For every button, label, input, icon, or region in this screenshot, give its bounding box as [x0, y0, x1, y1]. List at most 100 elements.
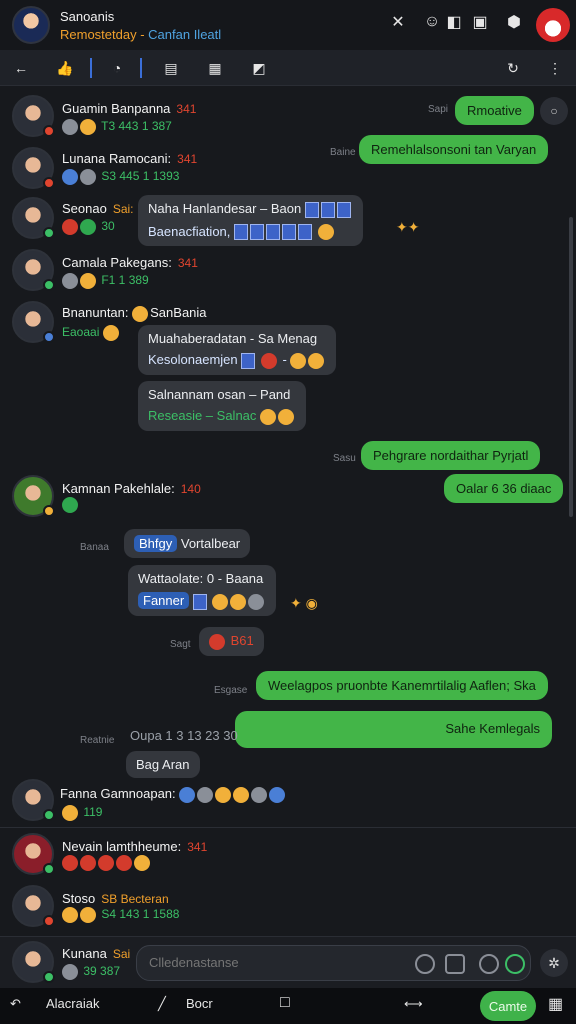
message-outgoing[interactable]: Remehlalsonsoni tan Varyan [359, 135, 549, 164]
avatar[interactable] [12, 147, 55, 189]
member-meta [62, 497, 80, 513]
message-incoming[interactable]: Bag Aran [126, 751, 200, 778]
bottom-left-label[interactable]: Alacraiak [46, 996, 99, 1011]
member-name[interactable]: Fanna Gamnoapan: [60, 786, 287, 803]
image-icon[interactable] [445, 954, 465, 974]
member-meta: 39 387 [62, 964, 120, 980]
avatar[interactable] [12, 779, 55, 821]
avatar[interactable] [12, 249, 55, 291]
message-outgoing[interactable]: Pehgrare nordaithar Pyrjatl [361, 441, 541, 470]
calendar-icon[interactable]: ▦ [204, 57, 226, 79]
emoji-icon [98, 855, 114, 871]
grid-icon[interactable]: ▦ [548, 994, 563, 1014]
message-incoming[interactable]: Muahaberadatan - Sa Menag Kesolonaemjen … [138, 325, 337, 375]
chat-subtitle: Remostetday - Canfan Ileatl [60, 27, 222, 42]
swap-icon[interactable]: ⟷ [404, 996, 423, 1012]
member-name[interactable]: Guamin Banpanna 341 [62, 101, 196, 116]
emoji-icon[interactable]: ☺ [420, 10, 444, 34]
title-bar: Sanoanis Remostetday - Canfan Ileatl ✕ ☺… [0, 0, 576, 50]
member-name[interactable]: Kunana Sai [62, 946, 130, 961]
avatar[interactable] [12, 95, 55, 137]
message-incoming[interactable]: Naha Hanlandesar – Baon Baenacfiation, [138, 195, 363, 247]
emoji-icon [209, 633, 225, 650]
status-dot [43, 863, 55, 875]
member-name[interactable]: Bnanuntan: SanBania [62, 305, 207, 322]
link-icon[interactable] [415, 954, 435, 974]
list-icon[interactable]: ▤ [160, 57, 182, 79]
emoji-icon [233, 786, 250, 803]
emoji-icon [116, 855, 132, 871]
chat-title: Sanoanis [60, 9, 115, 24]
member-name[interactable]: Kamnan Pakehlale: 140 [62, 481, 201, 496]
message-header: Oupa 1 3 13 23 30 [130, 728, 238, 743]
emoji-icon [102, 325, 119, 341]
emoji-icon[interactable] [479, 954, 499, 974]
settings-icon[interactable]: ✲ [540, 949, 568, 977]
bottom-mid-label[interactable]: Bocr [186, 996, 213, 1011]
emoji-icon [62, 497, 78, 513]
message-incoming[interactable]: Salnannam osan – Pand Reseasie – Salnac [138, 381, 307, 431]
emoji-icon [212, 593, 229, 610]
emoji-icon [80, 907, 96, 923]
scrollbar[interactable] [569, 217, 573, 517]
avatar[interactable] [12, 197, 55, 239]
refresh-icon[interactable]: ↻ [502, 57, 524, 79]
message-outgoing[interactable]: Sahe Kemlegals [235, 711, 552, 748]
member-name[interactable]: Nevain lamthheume: 341 [62, 839, 207, 854]
message-time: Sapi [428, 104, 449, 115]
member-name[interactable]: Lunana Ramocani: 341 [62, 151, 197, 166]
emoji-icon [80, 119, 96, 135]
shield-icon[interactable]: ⬢ [502, 10, 526, 34]
avatar[interactable] [12, 941, 55, 983]
member-meta: 119 [62, 805, 102, 821]
emoji-icon [62, 169, 78, 185]
emoji-icon [80, 855, 96, 871]
composer: KunanaSai 39 387 ✲ [0, 936, 576, 988]
arrow-left-icon[interactable]: ← [10, 57, 32, 79]
avatar[interactable] [12, 885, 55, 927]
message-outgoing[interactable]: Rmoative [455, 96, 534, 125]
square-icon[interactable]: □ [280, 994, 290, 1012]
close-icon[interactable]: ✕ [386, 10, 410, 34]
message-incoming[interactable]: B61 [199, 627, 264, 656]
avatar[interactable] [12, 833, 55, 875]
clock-icon[interactable]: ◔ [106, 57, 128, 79]
member-name[interactable]: Camala Pakegans: 341 [62, 255, 198, 270]
chat-avatar[interactable] [12, 6, 50, 44]
emoji-icon [80, 169, 96, 185]
emoji-icon [62, 805, 78, 821]
bookmark-icon[interactable]: ◧ [442, 10, 466, 34]
message-time: Sasu [333, 453, 356, 464]
message-input-box[interactable] [136, 945, 531, 981]
member-meta [62, 855, 152, 871]
avatar[interactable] [12, 475, 55, 517]
emoji-icon [80, 273, 96, 289]
message-time: Baine [330, 147, 356, 158]
member-meta: 30 [62, 219, 115, 235]
message-incoming[interactable]: Bhfgy Vortalbear [124, 529, 251, 558]
message-outgoing[interactable]: Weelagpos pruonbte Kanemrtilalig Aaflen;… [256, 671, 548, 700]
chat-area: Guamin Banpanna 341 T3 443 1 387 Sapi Rmo… [0, 87, 576, 935]
member-meta: S4 143 1 1588 [62, 907, 179, 923]
emoji-icon [260, 352, 277, 369]
message-time: Esgase [214, 685, 248, 696]
message-outgoing[interactable]: Oalar 6 36 diaac [444, 474, 564, 503]
back-gesture-icon[interactable]: ↶ [10, 996, 21, 1012]
info-icon[interactable]: ○ [540, 97, 568, 125]
send-button[interactable]: Camte [480, 991, 536, 1021]
member-name[interactable]: Seonao Sai: [62, 201, 134, 216]
member-name[interactable]: Stoso SB Becteran [62, 891, 169, 906]
image-icon[interactable]: ▣ [468, 10, 492, 34]
toolbar: ← 👍 ◔ ▤ ▦ ◩ ↻ ⋮ [0, 50, 576, 86]
vertical-dots-icon[interactable]: ⋮ [544, 57, 566, 79]
message-input[interactable] [149, 955, 399, 970]
chart-icon[interactable]: ◩ [248, 57, 270, 79]
thumb-up-icon[interactable]: 👍 [54, 57, 76, 79]
message-incoming[interactable]: Wattaolate: 0 - Baana Fanner [128, 565, 277, 616]
toolbar-divider [140, 58, 142, 78]
status-dot [43, 227, 55, 239]
avatar[interactable] [12, 301, 55, 343]
edit-icon[interactable]: ╱ [158, 996, 166, 1012]
message-time: Banaa [80, 542, 109, 553]
check-icon[interactable] [505, 954, 525, 974]
